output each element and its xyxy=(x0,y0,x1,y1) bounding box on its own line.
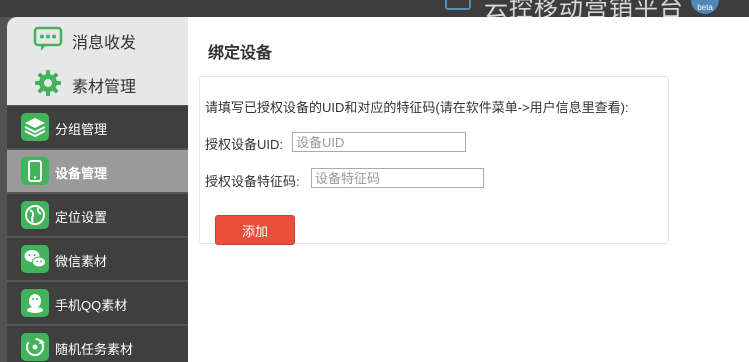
sidebar-top-group: 消息收发 素材管理 xyxy=(7,17,188,105)
sidebar-item-random-task-materials[interactable]: 随机任务素材 xyxy=(7,326,188,362)
sidebar-item-label: 分组管理 xyxy=(55,122,108,137)
sidebar-group-label: 素材管理 xyxy=(72,79,137,96)
platform-title: 云控移动营销平台 xyxy=(484,0,684,17)
uid-input[interactable] xyxy=(292,132,466,152)
phone-icon xyxy=(21,157,49,185)
monitor-icon xyxy=(445,0,471,10)
wechat-icon xyxy=(21,245,49,273)
top-banner: 云控移动营销平台 beta xyxy=(0,0,749,17)
sidebar-item-label: 手机QQ素材 xyxy=(55,298,128,313)
sidebar-group-messages[interactable]: 消息收发 xyxy=(7,17,188,61)
main-content: 绑定设备 请填写已授权设备的UID和对应的特征码(请在软件菜单->用户信息里查看… xyxy=(188,17,749,362)
gear-icon xyxy=(33,69,63,97)
sidebar-group-materials[interactable]: 素材管理 xyxy=(7,61,188,105)
layers-icon xyxy=(21,113,49,141)
bind-device-form: 请填写已授权设备的UID和对应的特征码(请在软件菜单->用户信息里查看): 授权… xyxy=(199,76,669,245)
sidebar-item-location-settings[interactable]: 定位设置 xyxy=(7,194,188,237)
page-title: 绑定设备 xyxy=(208,45,273,62)
sidebar-item-device-management[interactable]: 设备管理 xyxy=(7,150,188,193)
sidebar-item-label: 设备管理 xyxy=(55,166,108,181)
globe-icon xyxy=(21,201,49,229)
add-button[interactable]: 添加 xyxy=(215,215,295,245)
qq-icon xyxy=(21,289,49,317)
uid-label: 授权设备UID: xyxy=(205,137,284,152)
sidebar: 消息收发 素材管理 分组管理 设备管理 定位设置 微信素材 手机QQ素材 随机任… xyxy=(0,17,188,362)
sidebar-item-group-management[interactable]: 分组管理 xyxy=(7,106,188,149)
sidebar-item-label: 微信素材 xyxy=(55,254,108,269)
chat-bubble-icon xyxy=(33,25,63,53)
sidebar-item-wechat-materials[interactable]: 微信素材 xyxy=(7,238,188,281)
sidebar-item-qq-materials[interactable]: 手机QQ素材 xyxy=(7,282,188,325)
sidebar-item-label: 随机任务素材 xyxy=(55,342,134,357)
code-label: 授权设备特征码: xyxy=(205,174,300,189)
random-task-icon xyxy=(21,333,49,361)
device-code-input[interactable] xyxy=(311,168,484,188)
form-instruction: 请填写已授权设备的UID和对应的特征码(请在软件菜单->用户信息里查看): xyxy=(205,100,629,115)
sidebar-group-label: 消息收发 xyxy=(72,35,137,52)
sidebar-item-label: 定位设置 xyxy=(55,210,108,225)
avatar[interactable]: beta xyxy=(691,0,719,14)
